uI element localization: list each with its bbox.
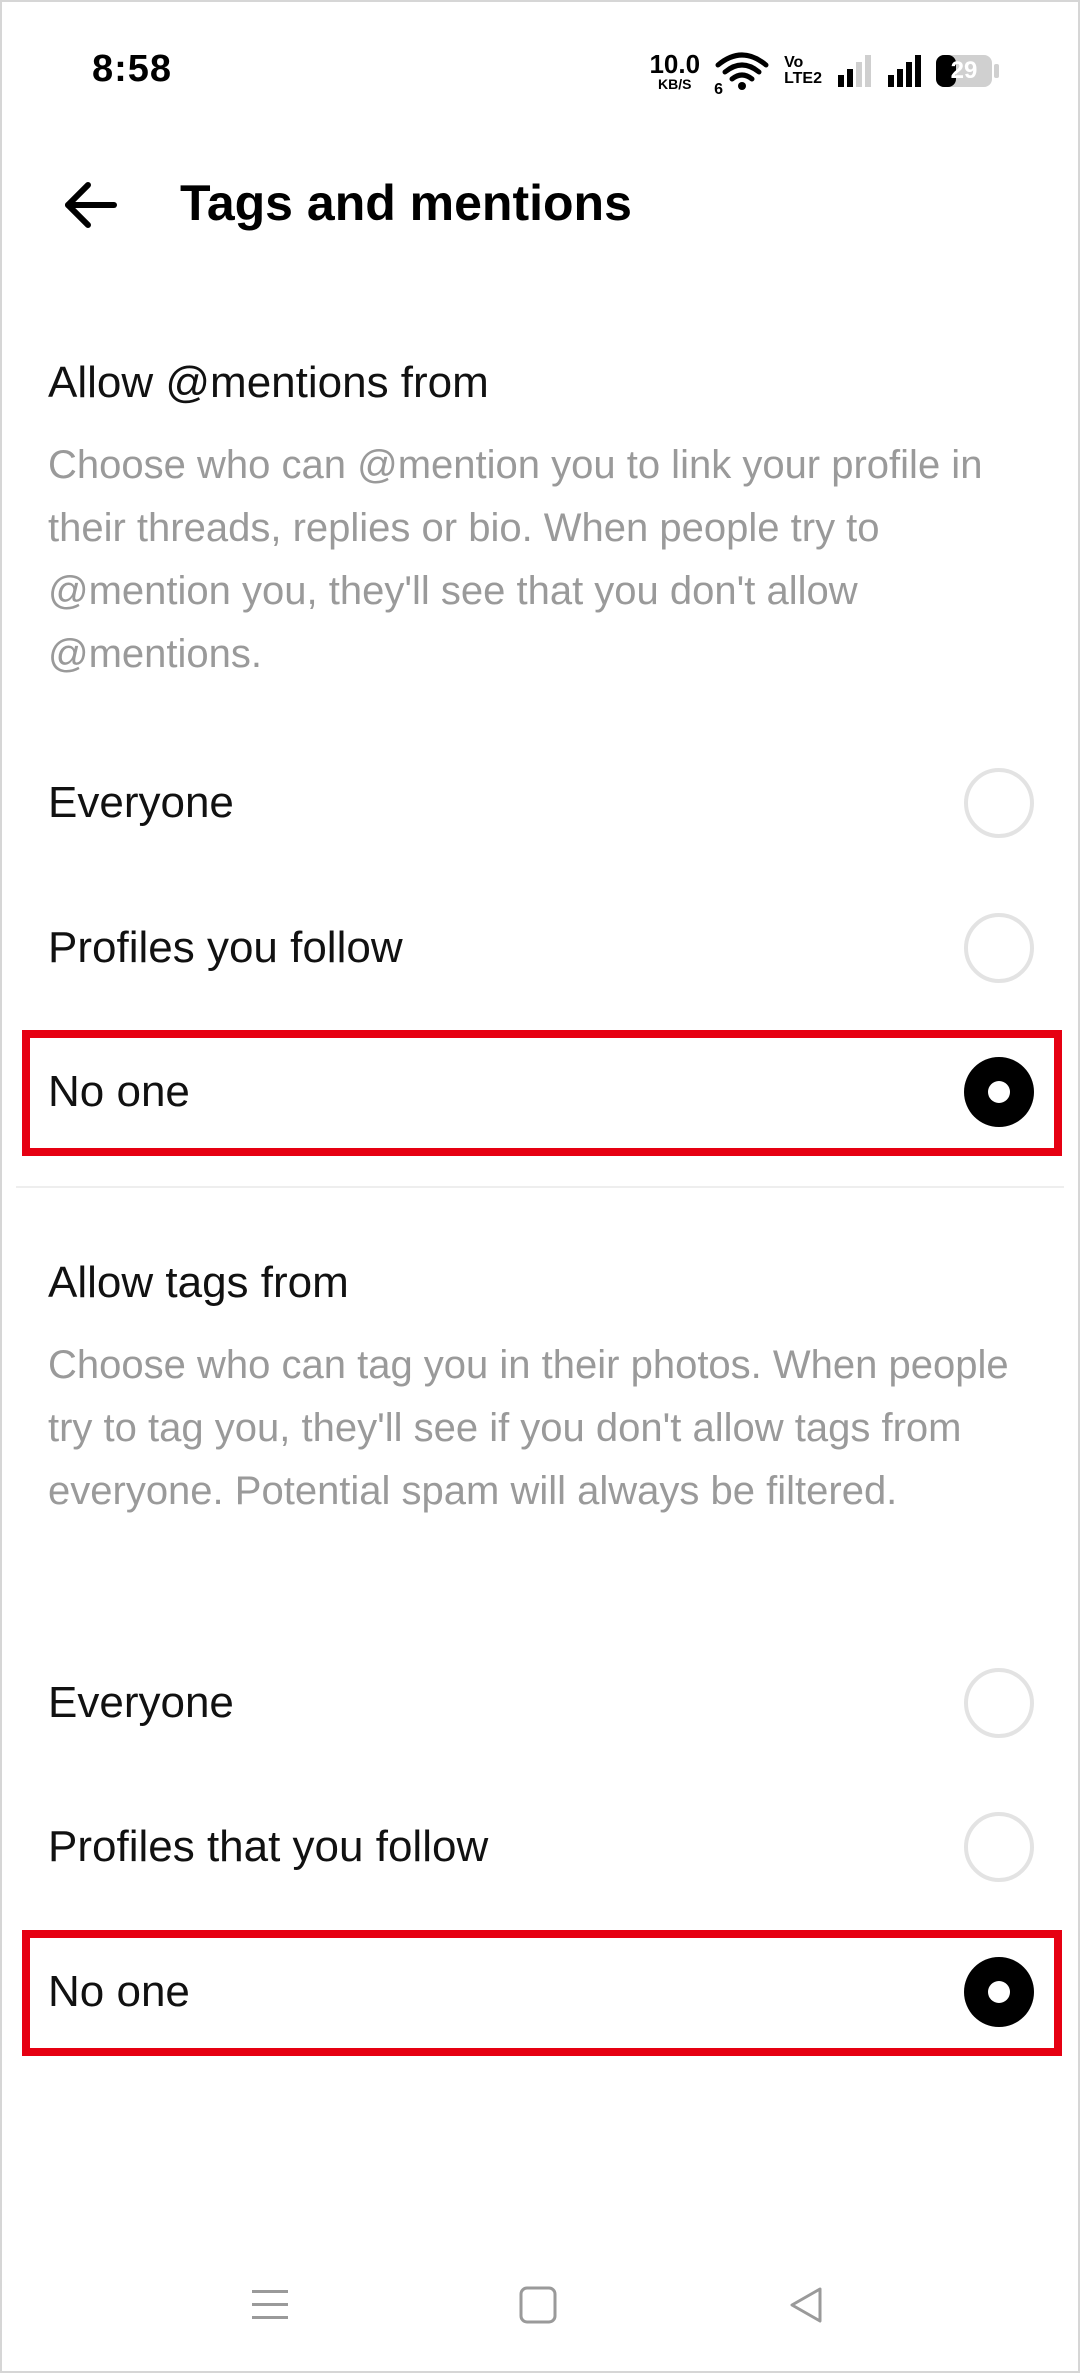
back-triangle-icon [790, 2287, 822, 2323]
radio-button-unselected[interactable] [964, 1812, 1034, 1882]
network-speed-value: 10.0 [649, 49, 701, 79]
status-icons: 10.0 KB/S 6 Vo LTE2 29 [649, 46, 1000, 98]
status-bar: 8:58 10.0 KB/S 6 Vo LTE2 29 [0, 0, 1080, 140]
mentions-option-everyone[interactable]: Everyone [24, 743, 1054, 863]
tags-section-description: Choose who can tag you in their photos. … [48, 1343, 1009, 1513]
tags-option-profiles-that-you-follow[interactable]: Profiles that you follow [24, 1787, 1054, 1907]
volte-bottom-label: LTE2 [784, 70, 822, 87]
radio-button-selected[interactable] [964, 1957, 1034, 2027]
recent-apps-button[interactable] [230, 2270, 310, 2340]
wifi-icon: 6 [714, 49, 770, 98]
section-divider [16, 1186, 1064, 1188]
arrow-left-icon [65, 182, 117, 228]
tags-section-title: Allow tags from [48, 1258, 349, 1307]
system-back-button[interactable] [766, 2270, 846, 2340]
mentions-option-profiles-you-follow[interactable]: Profiles you follow [24, 888, 1054, 1008]
radio-button-unselected[interactable] [964, 913, 1034, 983]
battery-level: 29 [950, 57, 978, 84]
home-square-icon [519, 2286, 557, 2324]
page-title: Tags and mentions [180, 175, 632, 231]
signal-strength-icon-sim2 [886, 53, 922, 89]
back-button[interactable] [40, 170, 140, 240]
option-label: No one [48, 1967, 190, 2016]
wifi-label: 6 [714, 81, 723, 98]
battery-icon: 29 [936, 53, 1000, 89]
mentions-option-no-one[interactable]: No one [24, 1032, 1054, 1152]
header: Tags and mentions [0, 150, 1080, 260]
radio-button-unselected[interactable] [964, 768, 1034, 838]
network-speed: 10.0 KB/S [649, 51, 700, 91]
option-label: Everyone [48, 1678, 234, 1727]
home-button[interactable] [498, 2270, 578, 2340]
mentions-section-description: Choose who can @mention you to link your… [48, 443, 983, 676]
volte-indicator: Vo LTE2 [784, 55, 822, 87]
option-label: Profiles you follow [48, 923, 403, 972]
menu-icon [252, 2290, 288, 2319]
option-label: Everyone [48, 778, 234, 827]
option-label: Profiles that you follow [48, 1822, 489, 1871]
network-speed-unit: KB/S [658, 76, 692, 92]
tags-option-everyone[interactable]: Everyone [24, 1643, 1054, 1763]
mentions-section-title: Allow @mentions from [48, 358, 489, 407]
volte-top-label: Vo [784, 54, 804, 71]
radio-button-selected[interactable] [964, 1057, 1034, 1127]
signal-strength-icon-sim1 [836, 53, 872, 89]
system-navigation-bar [0, 2250, 1080, 2360]
radio-button-unselected[interactable] [964, 1668, 1034, 1738]
tags-option-no-one[interactable]: No one [24, 1932, 1054, 2052]
status-time: 8:58 [92, 48, 173, 90]
option-label: No one [48, 1067, 190, 1116]
